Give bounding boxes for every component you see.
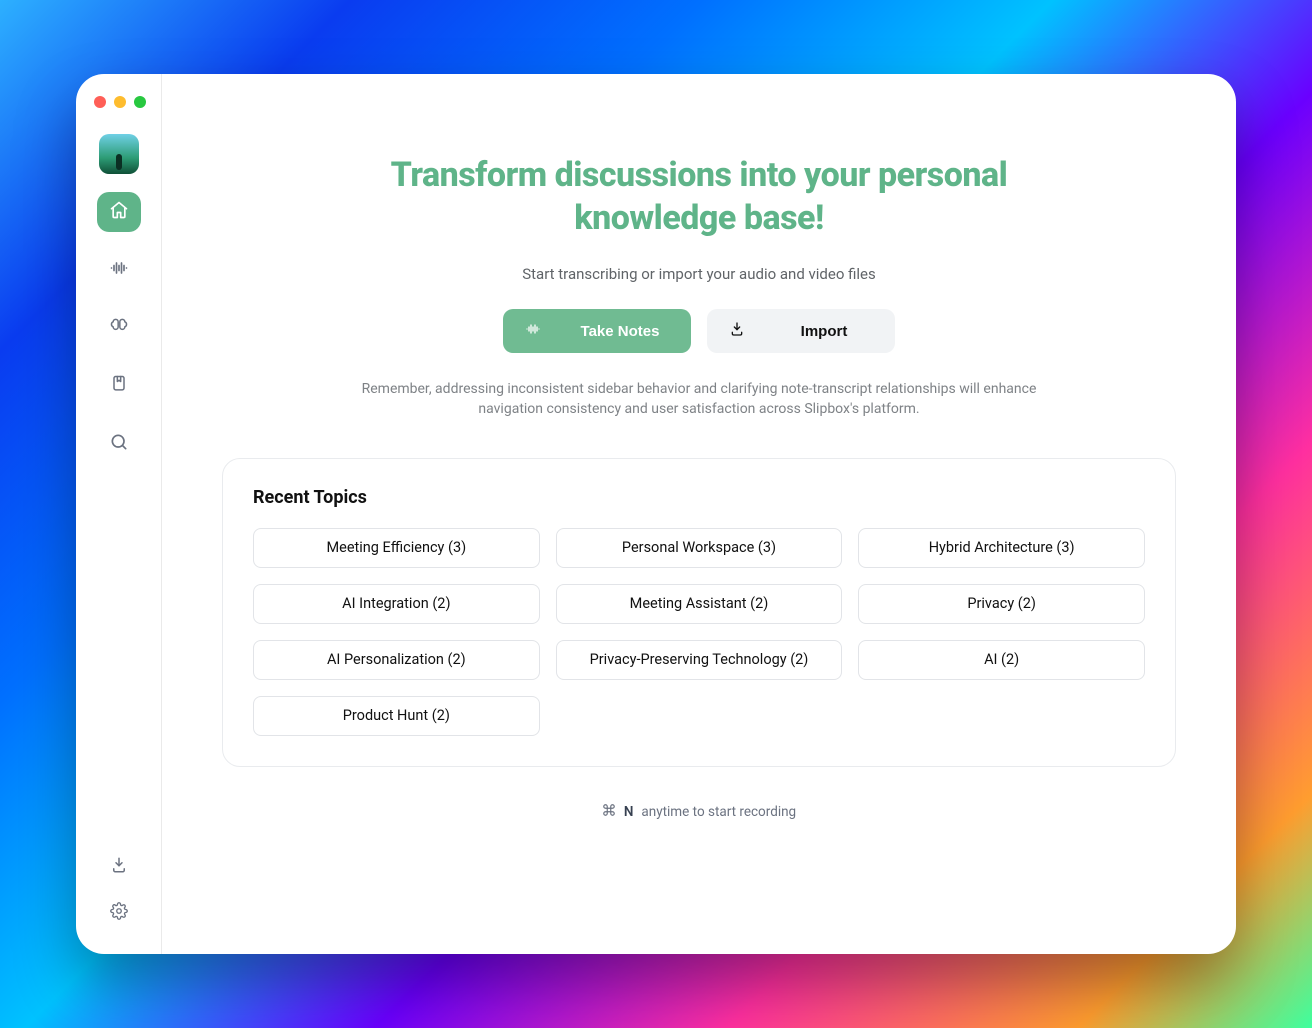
shortcut-text: anytime to start recording [641,804,796,820]
window-zoom-button[interactable] [134,96,146,108]
sidebar-item-home[interactable] [97,192,141,232]
window-minimize-button[interactable] [114,96,126,108]
sidebar-item-brain[interactable] [97,308,141,348]
sidebar-item-import[interactable] [110,856,128,878]
topic-chip[interactable]: Hybrid Architecture (3) [858,528,1145,568]
bookmark-doc-icon [109,374,129,398]
sidebar-bottom [110,856,128,924]
page-subhead: Start transcribing or import your audio … [522,265,876,283]
gear-icon [110,905,128,924]
take-notes-button[interactable]: Take Notes [503,309,691,353]
recent-topics-grid: Meeting Efficiency (3) Personal Workspace… [253,528,1145,736]
hero-tip: Remember, addressing inconsistent sideba… [349,379,1049,420]
topic-chip[interactable]: AI Personalization (2) [253,640,540,680]
topic-chip[interactable]: AI Integration (2) [253,584,540,624]
sidebar-item-audio[interactable] [97,250,141,290]
shortcut-key: N [624,804,634,820]
topic-chip[interactable]: Privacy (2) [858,584,1145,624]
topic-chip[interactable]: Privacy-Preserving Technology (2) [556,640,843,680]
topic-chip[interactable]: AI (2) [858,640,1145,680]
topic-chip[interactable]: Personal Workspace (3) [556,528,843,568]
window-traffic-lights [76,86,146,118]
download-icon [110,859,128,878]
sidebar [76,74,162,954]
recent-topics-card: Recent Topics Meeting Efficiency (3) Pers… [222,458,1176,767]
command-icon [602,803,616,821]
sidebar-item-settings[interactable] [110,902,128,924]
recent-topics-title: Recent Topics [253,487,1145,508]
main-content: Transform discussions into your personal… [162,74,1236,954]
download-icon [729,321,745,341]
shortcut-hint: N anytime to start recording [602,803,796,821]
sidebar-item-search[interactable] [97,424,141,464]
window-close-button[interactable] [94,96,106,108]
topic-chip[interactable]: Meeting Efficiency (3) [253,528,540,568]
search-icon [109,432,129,456]
topic-chip[interactable]: Meeting Assistant (2) [556,584,843,624]
avatar[interactable] [99,134,139,174]
waveform-icon [525,321,541,341]
waveform-icon [109,258,129,282]
page-headline: Transform discussions into your personal… [339,154,1059,239]
sidebar-item-notes[interactable] [97,366,141,406]
app-window: Transform discussions into your personal… [76,74,1236,954]
sidebar-nav [97,192,141,464]
import-label: Import [775,323,873,340]
brain-icon [109,316,129,340]
hero-actions: Take Notes Import [503,309,895,353]
topic-chip[interactable]: Product Hunt (2) [253,696,540,736]
take-notes-label: Take Notes [571,323,669,340]
home-icon [109,200,129,224]
import-button[interactable]: Import [707,309,895,353]
